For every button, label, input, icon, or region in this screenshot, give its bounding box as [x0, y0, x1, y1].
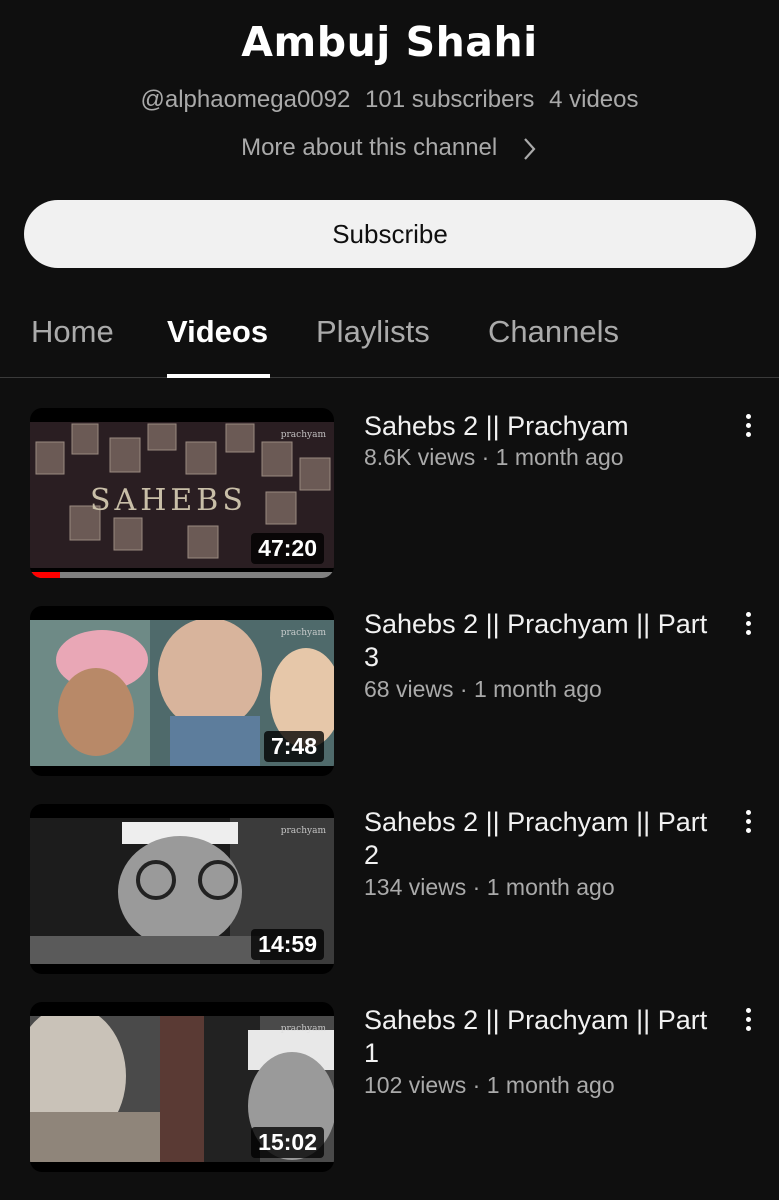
duration-badge: 47:20	[251, 533, 324, 564]
video-age: 1 month ago	[486, 874, 615, 900]
chevron-right-icon	[524, 137, 536, 160]
video-views: 102 views	[364, 1072, 467, 1098]
active-tab-indicator	[167, 374, 270, 378]
watch-progress-fill	[30, 572, 61, 578]
video-views: 8.6K views	[364, 444, 476, 470]
watermark: prachyam	[280, 826, 326, 836]
duration-badge: 14:59	[251, 929, 324, 960]
watch-progress-bar	[30, 572, 334, 578]
channel-meta: @alphaomega0092 101 subscribers 4 videos	[0, 86, 779, 114]
video-title[interactable]: Sahebs 2 || Prachyam || Part 3	[364, 608, 729, 674]
subscriber-count: 101 subscribers	[365, 86, 535, 113]
more-about-link[interactable]: More about this channel	[0, 134, 779, 163]
more-options-icon[interactable]	[740, 612, 756, 638]
video-title[interactable]: Sahebs 2 || Prachyam || Part 2	[364, 806, 729, 872]
video-views: 134 views	[364, 874, 467, 900]
video-meta: 134 views · 1 month ago	[364, 874, 615, 900]
video-age: 1 month ago	[473, 676, 602, 702]
more-options-icon[interactable]	[740, 810, 756, 836]
tab-playlists[interactable]: Playlists	[316, 314, 430, 350]
video-item[interactable]: prachyam 14:59 Sahebs 2 || Prachyam || P…	[0, 804, 779, 974]
tab-videos[interactable]: Videos	[167, 314, 268, 350]
video-title[interactable]: Sahebs 2 || Prachyam	[364, 410, 729, 443]
video-views: 68 views	[364, 676, 454, 702]
video-item[interactable]: SAHEBS prachyam 47:20 Sahebs 2 || Prachy…	[0, 408, 779, 578]
watermark: prachyam	[280, 430, 326, 440]
watermark: prachyam	[280, 1024, 326, 1034]
video-age: 1 month ago	[486, 1072, 615, 1098]
tab-home[interactable]: Home	[31, 314, 114, 350]
channel-handle: @alphaomega0092	[140, 86, 351, 113]
channel-name: Ambuj Shahi	[241, 18, 538, 66]
video-item[interactable]: prachyam 15:02 Sahebs 2 || Prachyam || P…	[0, 1002, 779, 1172]
subscribe-button[interactable]: Subscribe	[24, 200, 756, 268]
video-thumbnail[interactable]: prachyam 15:02	[30, 1002, 334, 1172]
video-meta: 102 views · 1 month ago	[364, 1072, 615, 1098]
video-item[interactable]: prachyam 7:48 Sahebs 2 || Prachyam || Pa…	[0, 606, 779, 776]
video-count: 4 videos	[549, 86, 639, 113]
video-title[interactable]: Sahebs 2 || Prachyam || Part 1	[364, 1004, 729, 1070]
more-options-icon[interactable]	[740, 414, 756, 440]
video-meta: 68 views · 1 month ago	[364, 676, 602, 702]
more-options-icon[interactable]	[740, 1008, 756, 1034]
video-age: 1 month ago	[495, 444, 624, 470]
video-thumbnail[interactable]: prachyam 14:59	[30, 804, 334, 974]
watermark: prachyam	[280, 628, 326, 638]
duration-badge: 15:02	[251, 1127, 324, 1158]
svg-text:SAHEBS: SAHEBS	[90, 483, 247, 518]
tab-channels[interactable]: Channels	[488, 314, 619, 350]
video-meta: 8.6K views · 1 month ago	[364, 444, 624, 470]
more-about-label: More about this channel	[241, 134, 498, 161]
channel-tabs: Home Videos Playlists Channels	[0, 296, 779, 378]
video-thumbnail[interactable]: SAHEBS prachyam 47:20	[30, 408, 334, 578]
duration-badge: 7:48	[263, 731, 324, 762]
video-thumbnail[interactable]: prachyam 7:48	[30, 606, 334, 776]
